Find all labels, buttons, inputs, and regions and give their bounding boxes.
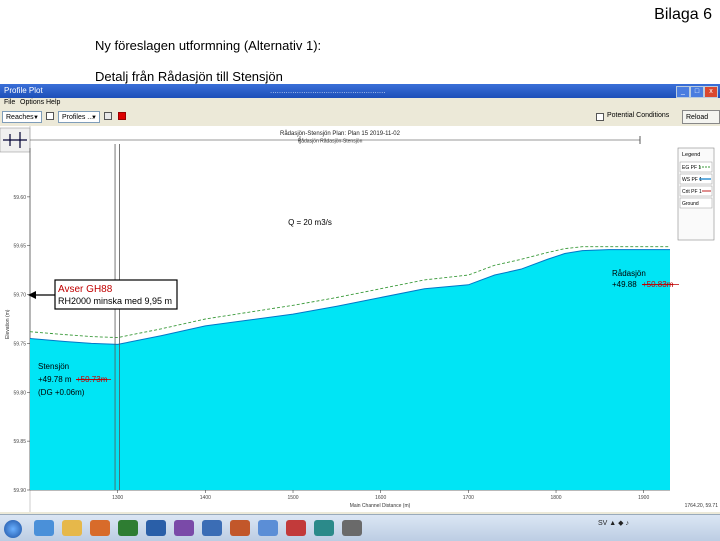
plot-header-text: Rådasjön-Stensjön Plan: Plan 15 2019-11-…	[280, 130, 401, 137]
excel-icon[interactable]	[118, 520, 138, 536]
radasjon-name: Rådasjön	[612, 269, 646, 278]
plot-subheader-text: Rådasjön Rådasjön-Stensjön	[298, 138, 363, 145]
y-tick-label: 59.75	[13, 341, 26, 347]
maximize-button[interactable]: □	[690, 86, 704, 98]
chevron-down-icon: ▼	[91, 115, 97, 121]
legend-item-ws: WS PF 1	[682, 177, 702, 183]
x-tick-label: 1500	[287, 495, 298, 501]
x-tick-label: 1600	[375, 495, 386, 501]
flow-label: Q = 20 m3/s	[288, 218, 332, 227]
menu-options[interactable]: Options	[20, 99, 44, 106]
doc-heading-proposal: Ny föreslagen utformning (Alternativ 1):	[95, 38, 322, 53]
chevron-down-icon: ▼	[33, 115, 39, 121]
start-button[interactable]	[4, 520, 22, 538]
reach-checkbox[interactable]	[46, 112, 54, 120]
legend-item-eg: EG PF 1	[682, 165, 701, 171]
app-icon[interactable]	[230, 520, 250, 536]
toolbar: Reaches ▼ Profiles ... ▼ Potential Conditi…	[0, 108, 720, 135]
legend-item-crit: Crit PF 1	[682, 189, 702, 195]
media-icon[interactable]	[90, 520, 110, 536]
potential-conditions-label: Potential Conditions	[607, 112, 670, 119]
y-tick-label: 59.60	[13, 195, 26, 201]
menu-help[interactable]: Help	[46, 99, 60, 106]
stensjon-new-level: +49.78 m	[38, 375, 72, 384]
app-icon[interactable]	[314, 520, 334, 536]
y-tick-label: 59.70	[13, 293, 26, 299]
app-icon[interactable]	[174, 520, 194, 536]
stensjon-name: Stensjön	[38, 362, 69, 371]
app-icon[interactable]	[342, 520, 362, 536]
reaches-dropdown-label: Reaches	[6, 114, 34, 121]
potential-conditions-checkbox[interactable]	[596, 113, 604, 121]
y-axis-title: Elevation (m)	[5, 309, 11, 339]
profiles-dropdown-label: Profiles ...	[62, 114, 94, 121]
y-tick-label: 59.90	[13, 488, 26, 494]
profiles-dropdown[interactable]: Profiles ... ▼	[58, 111, 100, 123]
rh2000-label: RH2000 minska med 9,95 m	[58, 296, 172, 306]
legend: Legend EG PF 1 WS PF 1 Crit PF 1 Ground	[677, 147, 715, 241]
app-icon[interactable]	[202, 520, 222, 536]
radasjon-new-level: +49.88	[612, 280, 637, 289]
taskbar: SV ▲ ◆ ♪	[0, 514, 720, 541]
menu-bar: File Options Help	[0, 98, 720, 108]
close-button[interactable]: x	[704, 86, 718, 98]
x-axis-title: Main Channel Distance (m)	[350, 503, 411, 509]
legend-item-ground: Ground	[682, 201, 699, 207]
x-tick-label: 1900	[638, 495, 649, 501]
legend-title: Legend	[682, 152, 700, 158]
bilaga-label: Bilaga 6	[654, 6, 712, 23]
tray-icons[interactable]: SV ▲ ◆ ♪	[598, 519, 629, 527]
app-icon[interactable]	[258, 520, 278, 536]
x-tick-label: 1700	[463, 495, 474, 501]
stensjon-diff: (DG +0.06m)	[38, 388, 85, 397]
profile-chart: Rådasjön-Stensjön Plan: Plan 15 2019-11-…	[0, 126, 720, 512]
x-tick-label: 1300	[112, 495, 123, 501]
folder-icon[interactable]	[62, 520, 82, 536]
doc-heading-detail: Detalj från Rådasjön till Stensjön	[95, 69, 283, 84]
coordinate-readout: 1764.20, 59.71	[685, 503, 719, 509]
menu-file[interactable]: File	[4, 99, 15, 106]
x-tick-label: 1400	[200, 495, 211, 501]
x-tick-label: 1800	[550, 495, 561, 501]
window-title: Profile Plot	[4, 86, 43, 95]
profile-plot-window: Profile Plot ...........................…	[0, 84, 720, 541]
word-icon[interactable]	[146, 520, 166, 536]
profile-checkbox[interactable]	[104, 112, 112, 120]
window-titlebar: Profile Plot ...........................…	[0, 84, 720, 98]
reaches-dropdown[interactable]: Reaches ▼	[2, 111, 42, 123]
window-center-title: ........................................…	[270, 86, 386, 95]
reload-data-button[interactable]: Reload Data	[682, 110, 720, 135]
y-tick-label: 59.80	[13, 390, 26, 396]
app-icon[interactable]	[286, 520, 306, 536]
y-tick-label: 59.65	[13, 244, 26, 250]
y-tick-label: 59.85	[13, 439, 26, 445]
gh88-label: Avser GH88	[58, 284, 113, 295]
minimize-button[interactable]: _	[676, 86, 690, 98]
plot-area: Rådasjön-Stensjön Plan: Plan 15 2019-11-…	[0, 126, 720, 512]
stop-icon[interactable]	[118, 112, 126, 120]
ie-icon[interactable]	[34, 520, 54, 536]
